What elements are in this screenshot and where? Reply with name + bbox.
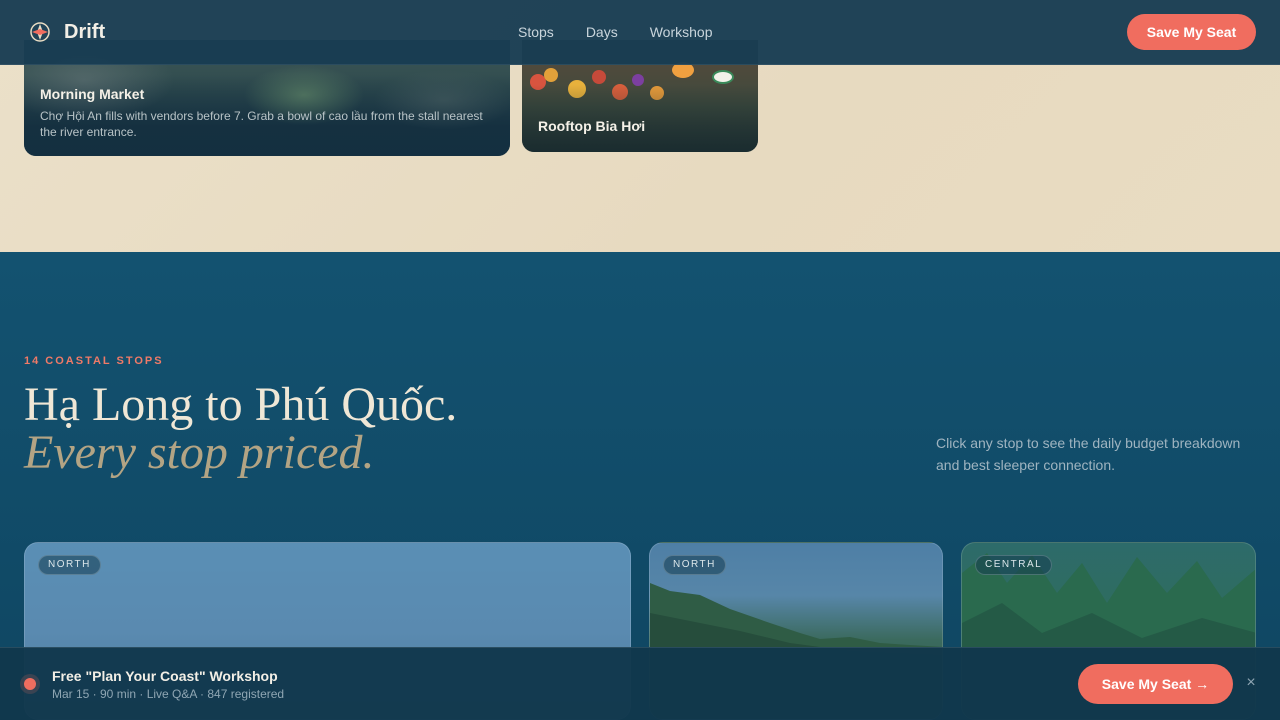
nav-link-days[interactable]: Days bbox=[586, 24, 618, 40]
card-title: Morning Market bbox=[40, 86, 145, 102]
workshop-title: Free "Plan Your Coast" Workshop bbox=[52, 668, 278, 684]
region-badge: CENTRAL bbox=[975, 555, 1053, 575]
brand-name: Drift bbox=[64, 20, 106, 43]
close-icon[interactable]: × bbox=[1244, 674, 1258, 692]
region-badge: NORTH bbox=[663, 555, 726, 575]
nav-links: Stops Days Workshop bbox=[518, 24, 713, 40]
workshop-details: Mar 15 · 90 min · Live Q&A · 847 registe… bbox=[52, 687, 285, 701]
section-side-note: Click any stop to see the daily budget b… bbox=[936, 435, 1241, 473]
section-headline-italic: Every stop priced. bbox=[24, 426, 375, 479]
section-eyebrow: 14 COASTAL STOPS bbox=[24, 355, 164, 367]
save-my-seat-button[interactable]: Save My Seat bbox=[1127, 14, 1256, 50]
section-headline: Hạ Long to Phú Quốc. bbox=[24, 378, 458, 431]
brand[interactable]: Drift bbox=[28, 20, 105, 44]
compass-logo-icon bbox=[30, 22, 50, 42]
bar-save-seat-button[interactable]: Save My Seat → bbox=[1078, 664, 1233, 704]
live-indicator-icon bbox=[24, 678, 36, 690]
region-badge: NORTH bbox=[38, 555, 101, 575]
card-description: Chợ Hội An fills with vendors before 7. … bbox=[40, 109, 483, 139]
nav-link-stops[interactable]: Stops bbox=[518, 24, 554, 40]
top-nav: Drift Stops Days Workshop Save My Seat bbox=[0, 0, 1280, 65]
nav-link-workshop[interactable]: Workshop bbox=[650, 24, 713, 40]
card-title: Rooftop Bia Hơi bbox=[538, 118, 646, 134]
